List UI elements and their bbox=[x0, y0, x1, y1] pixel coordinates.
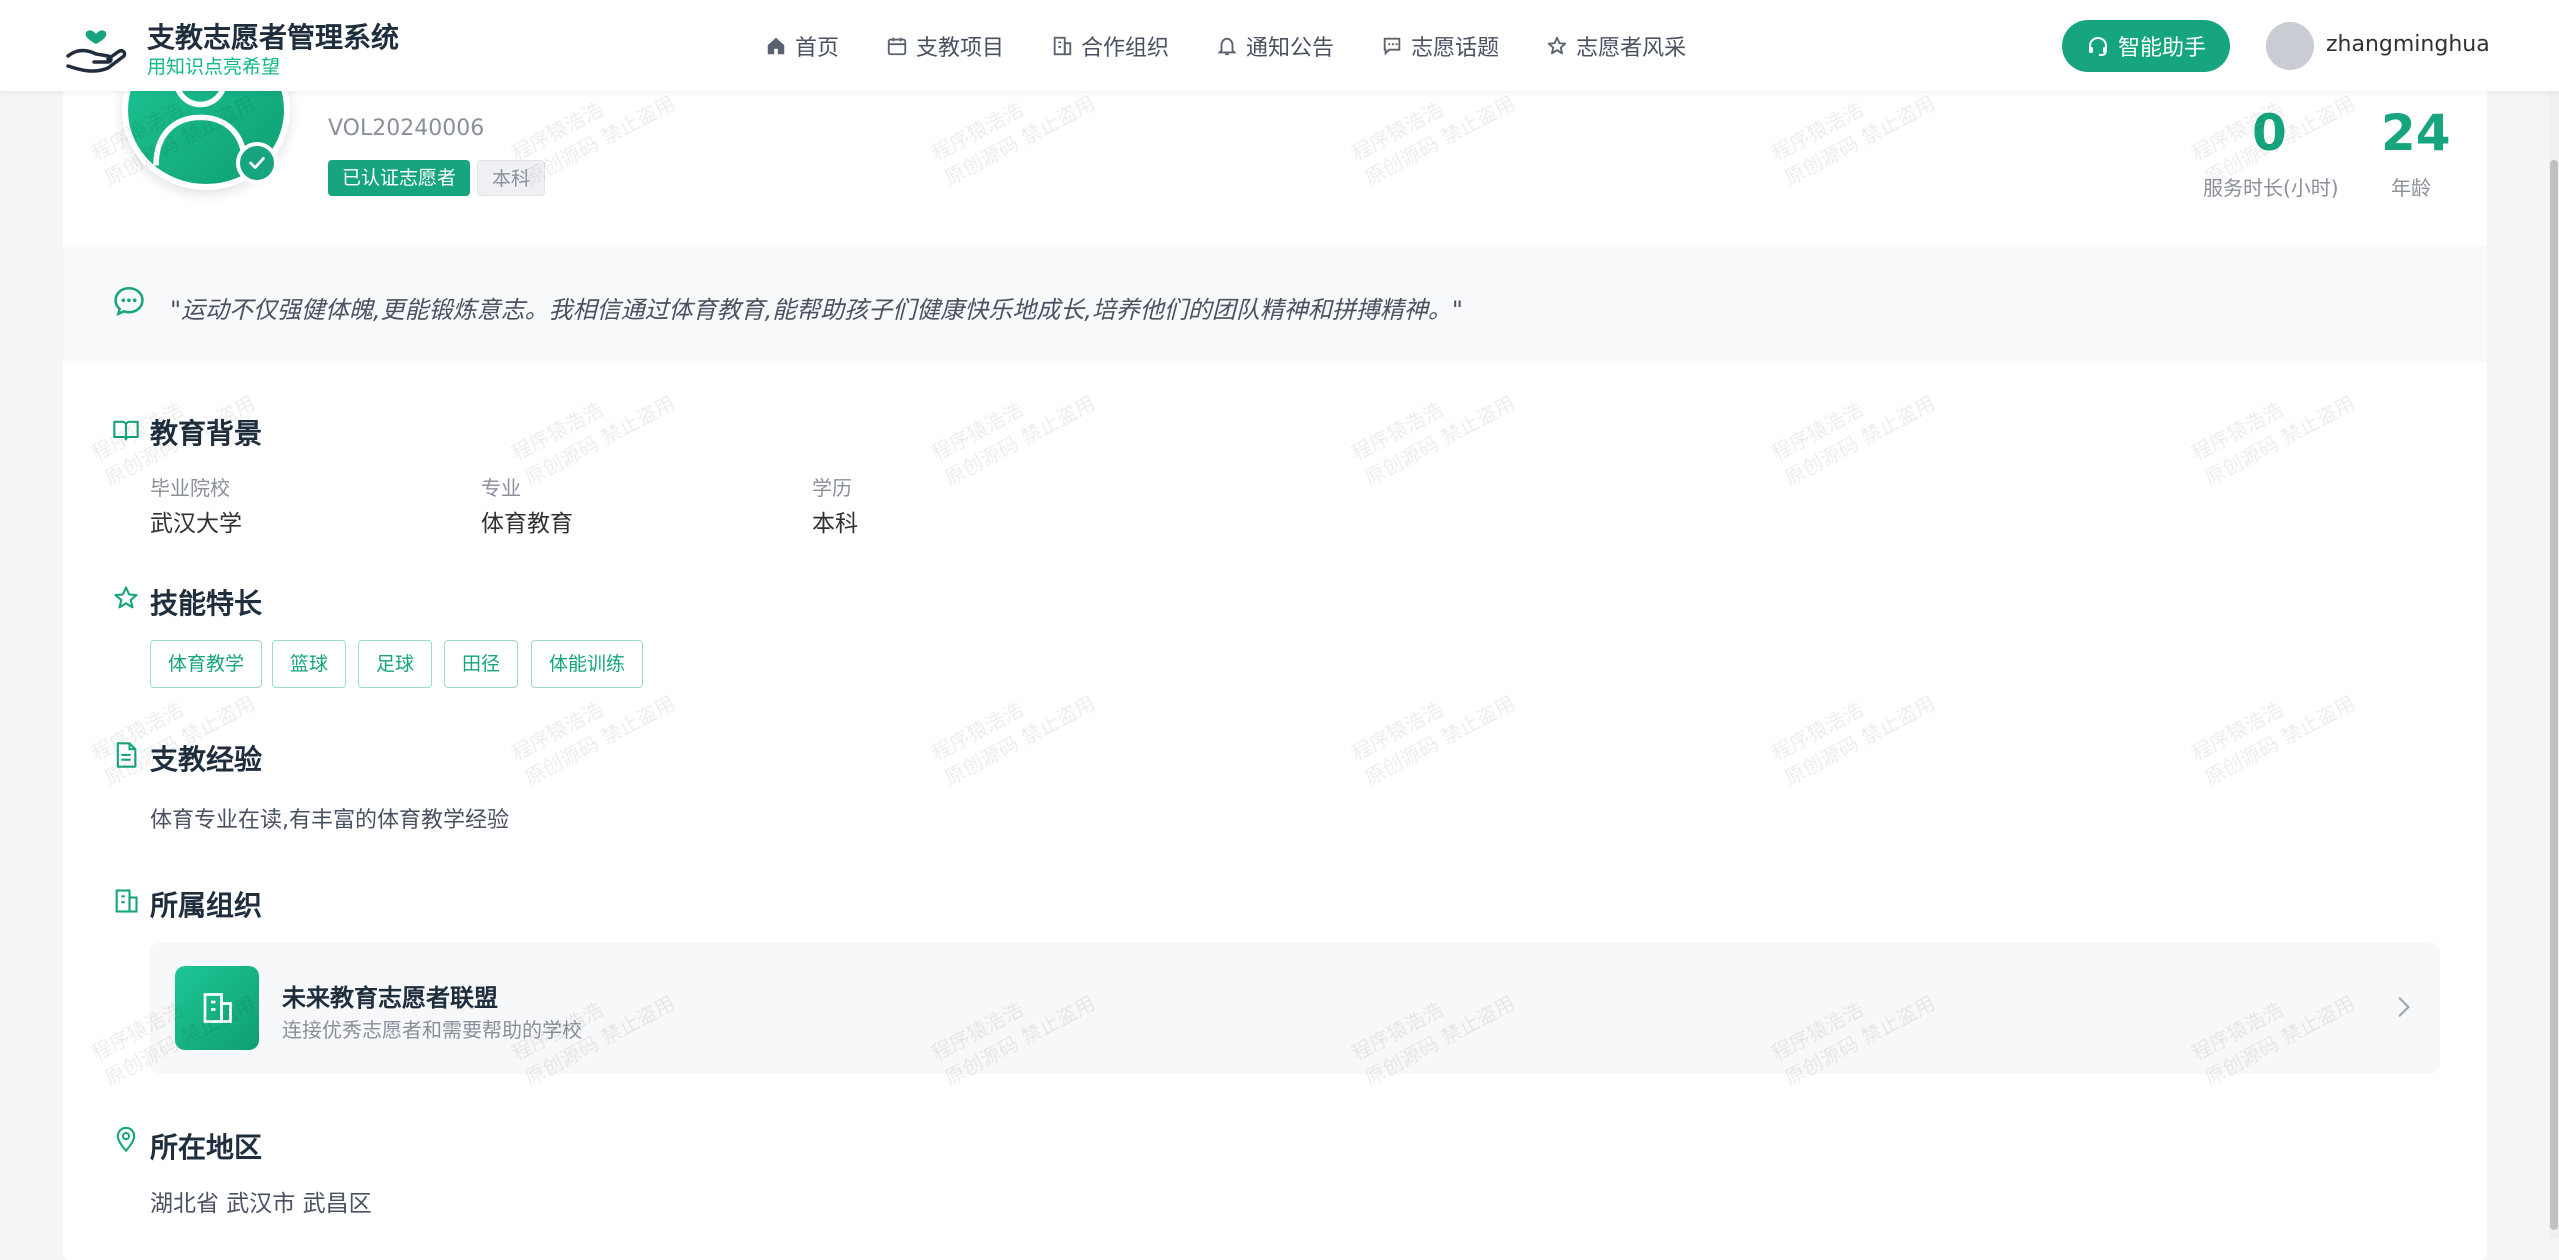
document-icon bbox=[116, 742, 137, 768]
verified-badge: 已认证志愿者 bbox=[328, 160, 471, 196]
username[interactable]: zhangminghua bbox=[2326, 32, 2490, 57]
top-header: 支教志愿者管理系统 用知识点亮希望 首页 支教项目 合作组织 通知公告 志愿话题… bbox=[0, 0, 2559, 91]
nav-projects-label: 支教项目 bbox=[916, 36, 1005, 61]
nav-topics[interactable]: 志愿话题 bbox=[1381, 30, 1499, 62]
education-section-title: 教育背景 bbox=[150, 417, 263, 450]
star-outline-icon bbox=[114, 586, 138, 609]
bell-icon bbox=[1217, 37, 1237, 56]
nav-topics-label: 志愿话题 bbox=[1411, 36, 1500, 61]
skill-tag: 篮球 bbox=[272, 640, 347, 688]
region-section-title: 所在地区 bbox=[150, 1131, 263, 1164]
skill-tag: 田径 bbox=[444, 640, 519, 688]
smart-assistant-button[interactable]: 智能助手 bbox=[2062, 20, 2230, 72]
scrollbar-thumb[interactable] bbox=[2550, 160, 2558, 1230]
chat-bubble-icon bbox=[114, 286, 144, 316]
organization-section-title: 所属组织 bbox=[150, 889, 263, 922]
location-pin-icon bbox=[116, 1126, 136, 1153]
nav-showcase-label: 志愿者风采 bbox=[1576, 36, 1687, 61]
service-hours-value: 0 bbox=[2252, 104, 2287, 162]
organization-name[interactable]: 未来教育志愿者联盟 bbox=[282, 978, 498, 1013]
smart-assistant-label: 智能助手 bbox=[2117, 36, 2206, 61]
age-value: 24 bbox=[2381, 104, 2451, 162]
skill-tag: 足球 bbox=[358, 640, 433, 688]
volunteer-id: VOL20240006 bbox=[328, 116, 485, 141]
skills-section-title: 技能特长 bbox=[150, 587, 263, 620]
nav-notices[interactable]: 通知公告 bbox=[1216, 30, 1334, 62]
nav-showcase[interactable]: 志愿者风采 bbox=[1546, 30, 1686, 62]
building-icon bbox=[203, 993, 232, 1023]
nav-organizations-label: 合作组织 bbox=[1081, 36, 1170, 61]
nav-home[interactable]: 首页 bbox=[765, 30, 839, 62]
brand-subtitle: 用知识点亮希望 bbox=[147, 56, 281, 78]
school-value: 武汉大学 bbox=[150, 511, 242, 537]
service-hours-label: 服务时长(小时) bbox=[2203, 176, 2339, 200]
organization-description: 连接优秀志愿者和需要帮助的学校 bbox=[282, 1018, 582, 1042]
school-label: 毕业院校 bbox=[150, 476, 230, 500]
book-open-icon bbox=[113, 420, 139, 441]
chevron-right-icon[interactable] bbox=[2390, 994, 2416, 1020]
star-icon bbox=[1547, 36, 1567, 55]
hand-heart-logo-icon[interactable] bbox=[64, 18, 128, 76]
nav-projects[interactable]: 支教项目 bbox=[886, 30, 1004, 62]
experience-text: 体育专业在读,有丰富的体育教学经验 bbox=[150, 808, 509, 833]
age-label: 年龄 bbox=[2391, 176, 2431, 200]
major-value: 体育教育 bbox=[481, 511, 573, 537]
chat-icon bbox=[1383, 37, 1401, 56]
home-icon bbox=[767, 37, 785, 55]
main-nav: 首页 支教项目 合作组织 通知公告 志愿话题 志愿者风采 bbox=[765, 30, 1733, 62]
headset-icon bbox=[2088, 36, 2107, 56]
skill-tag: 体能训练 bbox=[531, 640, 644, 688]
nav-home-label: 首页 bbox=[795, 36, 840, 61]
building-icon bbox=[1053, 36, 1072, 56]
nav-organizations[interactable]: 合作组织 bbox=[1051, 30, 1169, 62]
degree-badge: 本科 bbox=[477, 160, 546, 196]
organization-logo bbox=[175, 966, 259, 1050]
region-text: 湖北省 武汉市 武昌区 bbox=[150, 1191, 372, 1217]
experience-section-title: 支教经验 bbox=[150, 743, 263, 776]
degree-value: 本科 bbox=[812, 511, 858, 537]
skill-tag: 体育教学 bbox=[150, 640, 263, 688]
nav-notices-label: 通知公告 bbox=[1246, 36, 1335, 61]
brand-title: 支教志愿者管理系统 bbox=[147, 21, 400, 54]
volunteer-quote: "运动不仅强健体魄,更能锻炼意志。我相信通过体育教育,能帮助孩子们健康快乐地成长… bbox=[170, 296, 1463, 324]
building-icon bbox=[115, 889, 138, 913]
degree-label: 学历 bbox=[812, 476, 852, 500]
user-avatar[interactable] bbox=[2266, 22, 2314, 70]
verified-check-icon bbox=[236, 142, 278, 184]
calendar-icon bbox=[887, 37, 907, 56]
major-label: 专业 bbox=[481, 476, 521, 500]
